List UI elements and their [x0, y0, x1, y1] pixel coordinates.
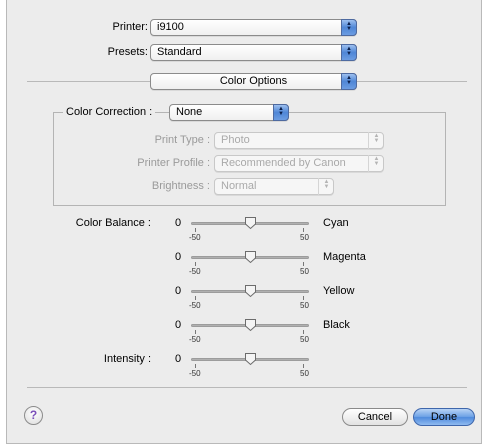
intensity-label: Intensity :: [103, 353, 151, 365]
popup-arrows-icon: ▲ ▼: [273, 104, 289, 121]
slider-thumb-icon[interactable]: [244, 284, 257, 298]
tick-min: [195, 262, 196, 266]
presets-label: Presets:: [107, 46, 148, 58]
slider-value: 0: [175, 285, 182, 297]
brightness-popup[interactable]: Normal ▲ ▼: [214, 178, 334, 195]
presets-value: Standard: [157, 46, 202, 58]
slider-thumb-icon[interactable]: [244, 318, 257, 332]
slider-value: 0: [175, 319, 182, 331]
tick-label-max: 50: [300, 233, 309, 242]
printer-profile-value: Recommended by Canon: [221, 157, 346, 169]
popup-arrows-icon: ▲ ▼: [341, 73, 357, 90]
brightness-value: Normal: [221, 180, 257, 192]
tick-label-max: 50: [300, 369, 309, 378]
slider-channel-label: Magenta: [323, 251, 366, 263]
color-correction-label: Color Correction :: [63, 106, 156, 118]
tick-label-max: 50: [300, 301, 309, 310]
printer-value: i9100: [157, 21, 184, 33]
tick-min: [195, 296, 196, 300]
tick-label-max: 50: [300, 267, 309, 276]
panel-selector-popup[interactable]: Color Options ▲ ▼: [150, 73, 357, 90]
tick-max: [303, 330, 304, 334]
printer-label: Printer:: [112, 21, 148, 33]
tick-max: [303, 228, 304, 232]
slider-value: 0: [175, 217, 182, 229]
print-type-popup[interactable]: Photo ▲ ▼: [214, 132, 384, 149]
popup-arrows-icon: ▲ ▼: [368, 155, 384, 172]
tick-label-min: -50: [189, 369, 201, 378]
presets-popup[interactable]: Standard ▲ ▼: [150, 44, 357, 61]
popup-arrows-icon: ▲ ▼: [368, 132, 384, 149]
color-correction-popup[interactable]: None ▲ ▼: [169, 104, 289, 121]
popup-arrows-icon: ▲ ▼: [341, 44, 357, 61]
color-balance-label: Color Balance :: [75, 217, 151, 229]
separator: [27, 387, 467, 388]
tick-min: [195, 330, 196, 334]
tick-max: [303, 364, 304, 368]
tick-label-min: -50: [189, 267, 201, 276]
done-button[interactable]: Done: [413, 408, 475, 426]
slider-channel-label: Black: [323, 319, 350, 331]
slider-value: 0: [175, 353, 182, 365]
tick-label-max: 50: [300, 335, 309, 344]
brightness-label: Brightness :: [151, 180, 210, 192]
print-type-value: Photo: [221, 134, 250, 146]
tick-label-min: -50: [189, 335, 201, 344]
printer-profile-popup[interactable]: Recommended by Canon ▲ ▼: [214, 155, 384, 172]
print-type-label: Print Type :: [154, 134, 210, 146]
printer-popup[interactable]: i9100 ▲ ▼: [150, 19, 357, 36]
cancel-button[interactable]: Cancel: [342, 408, 408, 426]
tick-min: [195, 364, 196, 368]
popup-arrows-icon: ▲ ▼: [341, 19, 357, 36]
slider-value: 0: [175, 251, 182, 263]
slider-thumb-icon[interactable]: [244, 352, 257, 366]
tick-label-min: -50: [189, 301, 201, 310]
slider-thumb-icon[interactable]: [244, 216, 257, 230]
tick-min: [195, 228, 196, 232]
tick-max: [303, 262, 304, 266]
popup-arrows-icon: ▲ ▼: [318, 178, 334, 195]
tick-label-min: -50: [189, 233, 201, 242]
panel-selector-value: Color Options: [219, 75, 288, 87]
help-button[interactable]: ?: [24, 406, 43, 425]
color-correction-value: None: [176, 106, 203, 118]
slider-channel-label: Cyan: [323, 217, 349, 229]
print-dialog: Printer: i9100 ▲ ▼ Presets: Standard ▲ ▼ C…: [6, 0, 482, 444]
slider-channel-label: Yellow: [323, 285, 355, 297]
tick-max: [303, 296, 304, 300]
printer-profile-label: Printer Profile :: [137, 157, 210, 169]
slider-thumb-icon[interactable]: [244, 250, 257, 264]
